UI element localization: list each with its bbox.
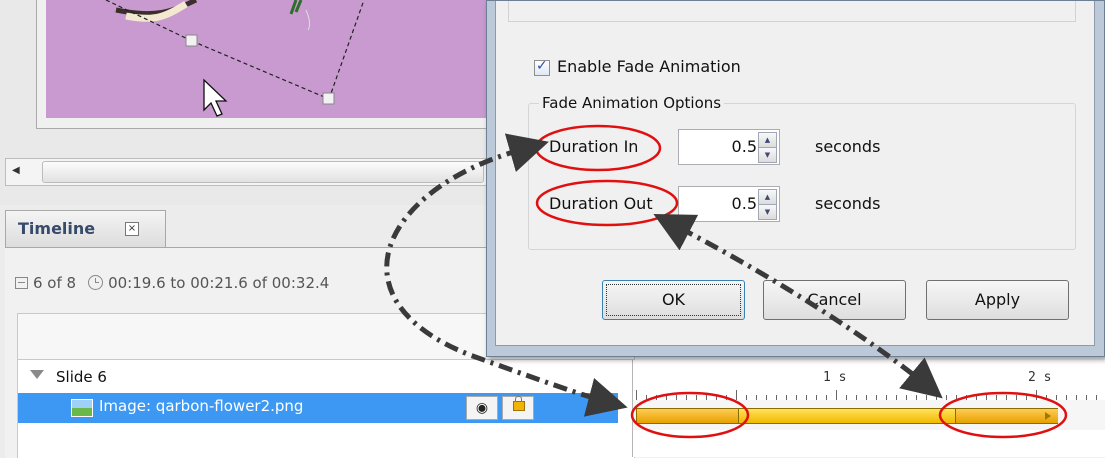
ruler-label: 2 s — [1028, 370, 1052, 385]
tab-timeline[interactable]: Timeline × — [5, 210, 166, 248]
canvas-artwork — [105, 0, 365, 117]
ruler-tick — [1036, 390, 1037, 400]
duration-in-spinner[interactable]: 0.5 ▲ ▼ — [678, 129, 780, 165]
top-group-box — [508, 1, 1076, 22]
scroll-left-arrow-icon[interactable]: ◀ — [12, 163, 26, 179]
tree-row-slide[interactable]: Slide 6 — [18, 364, 634, 392]
duration-out-spinner[interactable]: 0.5 ▲ ▼ — [678, 186, 780, 222]
selection-handle[interactable] — [185, 34, 198, 47]
selection-handle[interactable] — [322, 92, 335, 105]
image-file-icon — [71, 399, 93, 417]
close-tab-icon[interactable]: × — [125, 222, 139, 236]
duration-out-value[interactable]: 0.5 — [732, 194, 757, 213]
duration-out-unit: seconds — [815, 194, 881, 213]
image-label: Image: qarbon-flower2.png — [99, 397, 304, 415]
fade-options-group: Fade Animation Options Duration In 0.5 ▲… — [528, 94, 1076, 250]
timeline-tree: Slide 6 Image: qarbon-flower2.png ◉ — [17, 360, 635, 458]
spin-up-icon[interactable]: ▲ — [758, 189, 777, 205]
fade-options-title: Fade Animation Options — [539, 94, 725, 112]
enable-fade-checkbox[interactable] — [534, 58, 550, 76]
cancel-button[interactable]: Cancel — [763, 280, 906, 320]
duration-out-label: Duration Out — [549, 194, 653, 213]
slide-canvas[interactable] — [46, 0, 486, 118]
track-row — [633, 400, 1105, 430]
ruler-label: 1 s — [823, 370, 847, 385]
mouse-cursor-icon — [203, 78, 228, 117]
duration-in-unit: seconds — [815, 137, 881, 156]
spin-down-icon[interactable]: ▼ — [758, 147, 777, 163]
ruler-tick — [836, 390, 837, 400]
horizontal-scrollbar[interactable]: ◀ — [5, 158, 487, 186]
tree-row-image[interactable]: Image: qarbon-flower2.png ◉ — [18, 393, 618, 423]
image-clip-bar[interactable] — [636, 408, 1058, 424]
scrollbar-thumb[interactable] — [42, 161, 484, 183]
slide-counter-icon — [15, 277, 28, 289]
fade-out-segment[interactable] — [955, 409, 1058, 423]
time-range: 00:19.6 to 00:21.6 of 00:32.4 — [108, 274, 330, 292]
expand-triangle-icon[interactable] — [30, 370, 44, 379]
eye-icon: ◉ — [475, 400, 489, 416]
lock-icon — [513, 396, 525, 411]
duration-in-label: Duration In — [549, 137, 639, 156]
spin-up-icon[interactable]: ▲ — [758, 132, 777, 148]
clock-icon — [88, 275, 104, 290]
duration-in-value[interactable]: 0.5 — [732, 137, 757, 156]
time-ruler: 1 s 2 s — [633, 360, 1105, 400]
apply-button[interactable]: Apply — [926, 280, 1069, 320]
ruler-tick — [636, 390, 637, 400]
canvas-panel: ◀ — [0, 0, 490, 205]
lock-toggle-button[interactable] — [502, 396, 534, 420]
fade-animation-dialog: Enable Fade Animation Fade Animation Opt… — [486, 0, 1105, 357]
dialog-content: Enable Fade Animation Fade Animation Opt… — [495, 1, 1095, 346]
selection-edge — [328, 0, 365, 100]
enable-fade-label[interactable]: Enable Fade Animation — [557, 57, 741, 76]
spin-down-icon[interactable]: ▼ — [758, 204, 777, 220]
timeline-status: 6 of 8 00:19.6 to 00:21.6 of 00:32.4 — [15, 274, 329, 292]
ruler-tick — [736, 390, 737, 400]
slide-label: Slide 6 — [56, 368, 107, 386]
timeline-track-area: 1 s 2 s — [632, 360, 1105, 457]
slide-counter: 6 of 8 — [33, 274, 77, 292]
ruler-tick — [936, 390, 937, 400]
visibility-toggle-button[interactable]: ◉ — [466, 396, 498, 420]
fade-in-segment[interactable] — [637, 409, 739, 423]
ok-button[interactable]: OK — [602, 280, 745, 320]
clip-end-arrow-icon — [1045, 412, 1051, 420]
timeline-tab-label: Timeline — [18, 219, 96, 238]
